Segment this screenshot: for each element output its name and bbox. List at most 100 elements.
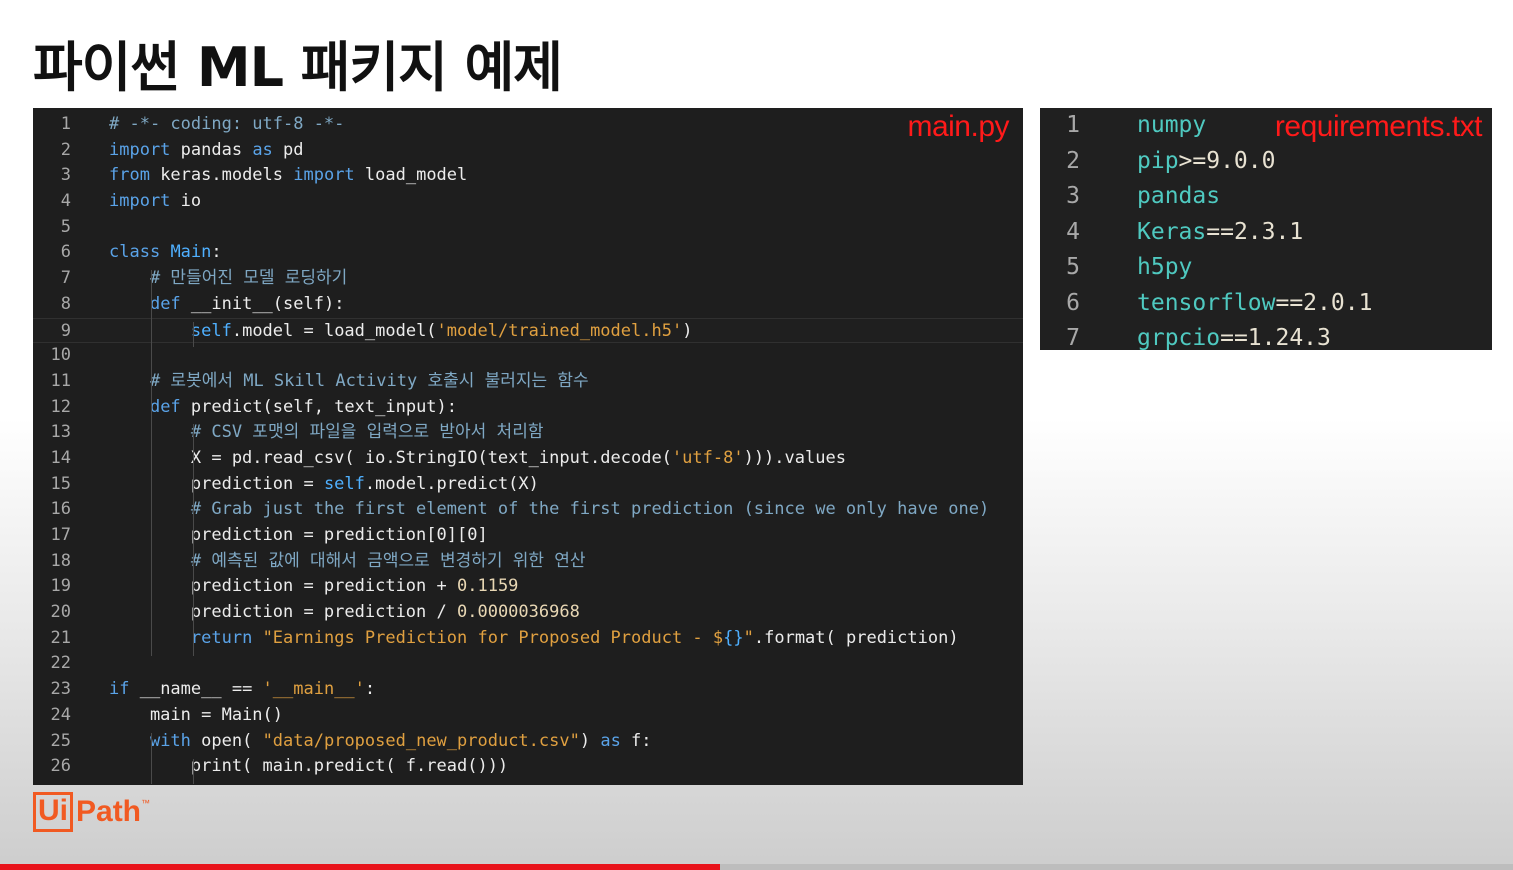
line-number: 7	[1066, 325, 1080, 350]
code-line: 17 prediction = prediction[0][0]	[33, 523, 1023, 549]
package-name: numpy	[1137, 112, 1207, 138]
code-token: as	[600, 730, 621, 751]
code-token: .format( prediction)	[753, 627, 959, 648]
code-token: 'utf-8'	[671, 447, 744, 468]
line-number: 20	[50, 602, 71, 623]
code-token: prediction =	[109, 473, 324, 494]
requirement-line: 3 pandas	[1040, 179, 1492, 215]
logo-rest-text: Path	[76, 795, 142, 828]
video-progress-fill	[0, 864, 720, 870]
code-text: print( main.predict( f.read()))	[109, 754, 508, 780]
code-line: 25 with open( "data/proposed_new_product…	[33, 729, 1023, 755]
code-token: # -*- coding: utf-8 -*-	[109, 114, 345, 134]
indent-guide	[151, 732, 152, 785]
line-number: 7	[60, 268, 71, 289]
code-token: prediction = prediction[0][0]	[109, 525, 488, 545]
logo-trademark: ™	[141, 798, 151, 808]
code-line: 7 # 만들어진 모델 로딩하기	[33, 266, 1023, 292]
code-token: load_model	[354, 165, 468, 186]
code-token: # 예측된 값에 대해서 금액으로 변경하기 위한 연산	[190, 550, 586, 571]
code-token: .model.predict(X)	[364, 473, 539, 494]
line-number: 2	[60, 139, 71, 160]
code-text: from keras.models import load_model	[109, 163, 467, 189]
requirement-entry: grpcio==1.24.3	[1137, 321, 1331, 350]
code-token: main = Main()	[109, 704, 283, 725]
code-token: "Earnings Prediction for Proposed Produc…	[262, 627, 724, 648]
code-token: self	[323, 473, 365, 494]
code-line: 23 if __name__ == '__main__':	[33, 677, 1023, 703]
code-token: class	[109, 242, 161, 263]
uipath-logo: Ui Path ™	[33, 792, 150, 832]
line-number: 8	[60, 293, 71, 314]
code-line: 9 self.model = load_model('model/trained…	[33, 317, 1023, 345]
code-text: import pandas as pd	[109, 138, 304, 164]
code-token: )	[579, 730, 601, 751]
code-token: as	[252, 139, 273, 160]
code-token: keras.models	[149, 165, 294, 186]
code-line: 11 # 로봇에서 ML Skill Activity 호출시 불러지는 함수	[33, 369, 1023, 395]
code-text: self.model = load_model('model/trained_m…	[109, 319, 693, 345]
code-token: f:	[620, 730, 652, 751]
code-token: __name__ ==	[129, 679, 263, 700]
code-line: 19 prediction = prediction + 0.1159	[33, 574, 1023, 600]
requirement-entry: numpy	[1137, 108, 1206, 144]
code-token: # CSV 포맷의 파일을 입력으로 받아서 처리함	[190, 422, 544, 443]
code-editor-panel: 1 # -*- coding: utf-8 -*- 2 import pandas a…	[33, 108, 1023, 785]
code-token: # 로봇에서 ML Skill Activity 호출시 불러지는 함수	[149, 370, 589, 391]
code-text: import io	[109, 189, 201, 215]
code-token: ))).values	[743, 447, 846, 468]
code-text: # CSV 포맷의 파일을 입력으로 받아서 처리함	[109, 420, 544, 446]
video-progress-track[interactable]	[0, 864, 1513, 870]
package-version: >=9.0.0	[1178, 147, 1276, 174]
indent-guide	[193, 424, 194, 656]
line-number: 4	[1066, 218, 1080, 245]
requirement-entry: Keras==2.3.1	[1137, 215, 1303, 251]
line-number: 24	[50, 704, 71, 725]
code-token: :	[211, 242, 222, 263]
requirements-panel: 1 numpy 2 pip>=9.0.0 3 pandas 4 Keras==2.3.1 5 h5…	[1040, 108, 1492, 350]
requirement-entry: h5py	[1137, 250, 1192, 286]
line-number: 9	[60, 320, 71, 341]
code-text: # 로봇에서 ML Skill Activity 호출시 불러지는 함수	[109, 369, 589, 395]
code-token: def	[149, 396, 181, 417]
file-label-main-py: main.py	[907, 110, 1009, 143]
line-number: 17	[50, 525, 71, 545]
indent-guide	[193, 321, 194, 348]
line-number: 25	[50, 730, 71, 751]
code-text: with open( "data/proposed_new_product.cs…	[109, 729, 652, 755]
requirement-line: 2 pip>=9.0.0	[1040, 144, 1492, 180]
code-line: 4 import io	[33, 189, 1023, 215]
code-token: prediction = prediction +	[109, 576, 457, 597]
line-number: 2	[1066, 147, 1080, 174]
line-number: 26	[50, 756, 71, 777]
code-token: pd	[272, 139, 304, 160]
code-token: :	[364, 679, 376, 700]
code-token: from	[109, 165, 150, 186]
line-number: 22	[50, 653, 71, 674]
code-text: class Main:	[109, 240, 222, 266]
requirement-entry: tensorflow==2.0.1	[1137, 286, 1372, 322]
indent-guide	[193, 758, 194, 785]
code-line: 6 class Main:	[33, 240, 1023, 266]
line-number: 3	[60, 165, 71, 186]
code-token: '__main__'	[262, 679, 365, 700]
code-line: 10	[33, 343, 1023, 369]
code-line: 13 # CSV 포맷의 파일을 입력으로 받아서 처리함	[33, 420, 1023, 446]
slide-title: 파이썬 ML 패키지 예제	[33, 36, 563, 99]
code-line: 21 return "Earnings Prediction for Propo…	[33, 626, 1023, 652]
code-token: self	[190, 320, 232, 341]
requirement-entry: pip>=9.0.0	[1137, 144, 1275, 180]
code-token: pandas	[170, 139, 253, 160]
file-label-requirements: requirements.txt	[1274, 110, 1483, 143]
package-name: pandas	[1137, 183, 1221, 209]
line-number: 13	[50, 422, 71, 443]
code-line: 22	[33, 651, 1023, 677]
